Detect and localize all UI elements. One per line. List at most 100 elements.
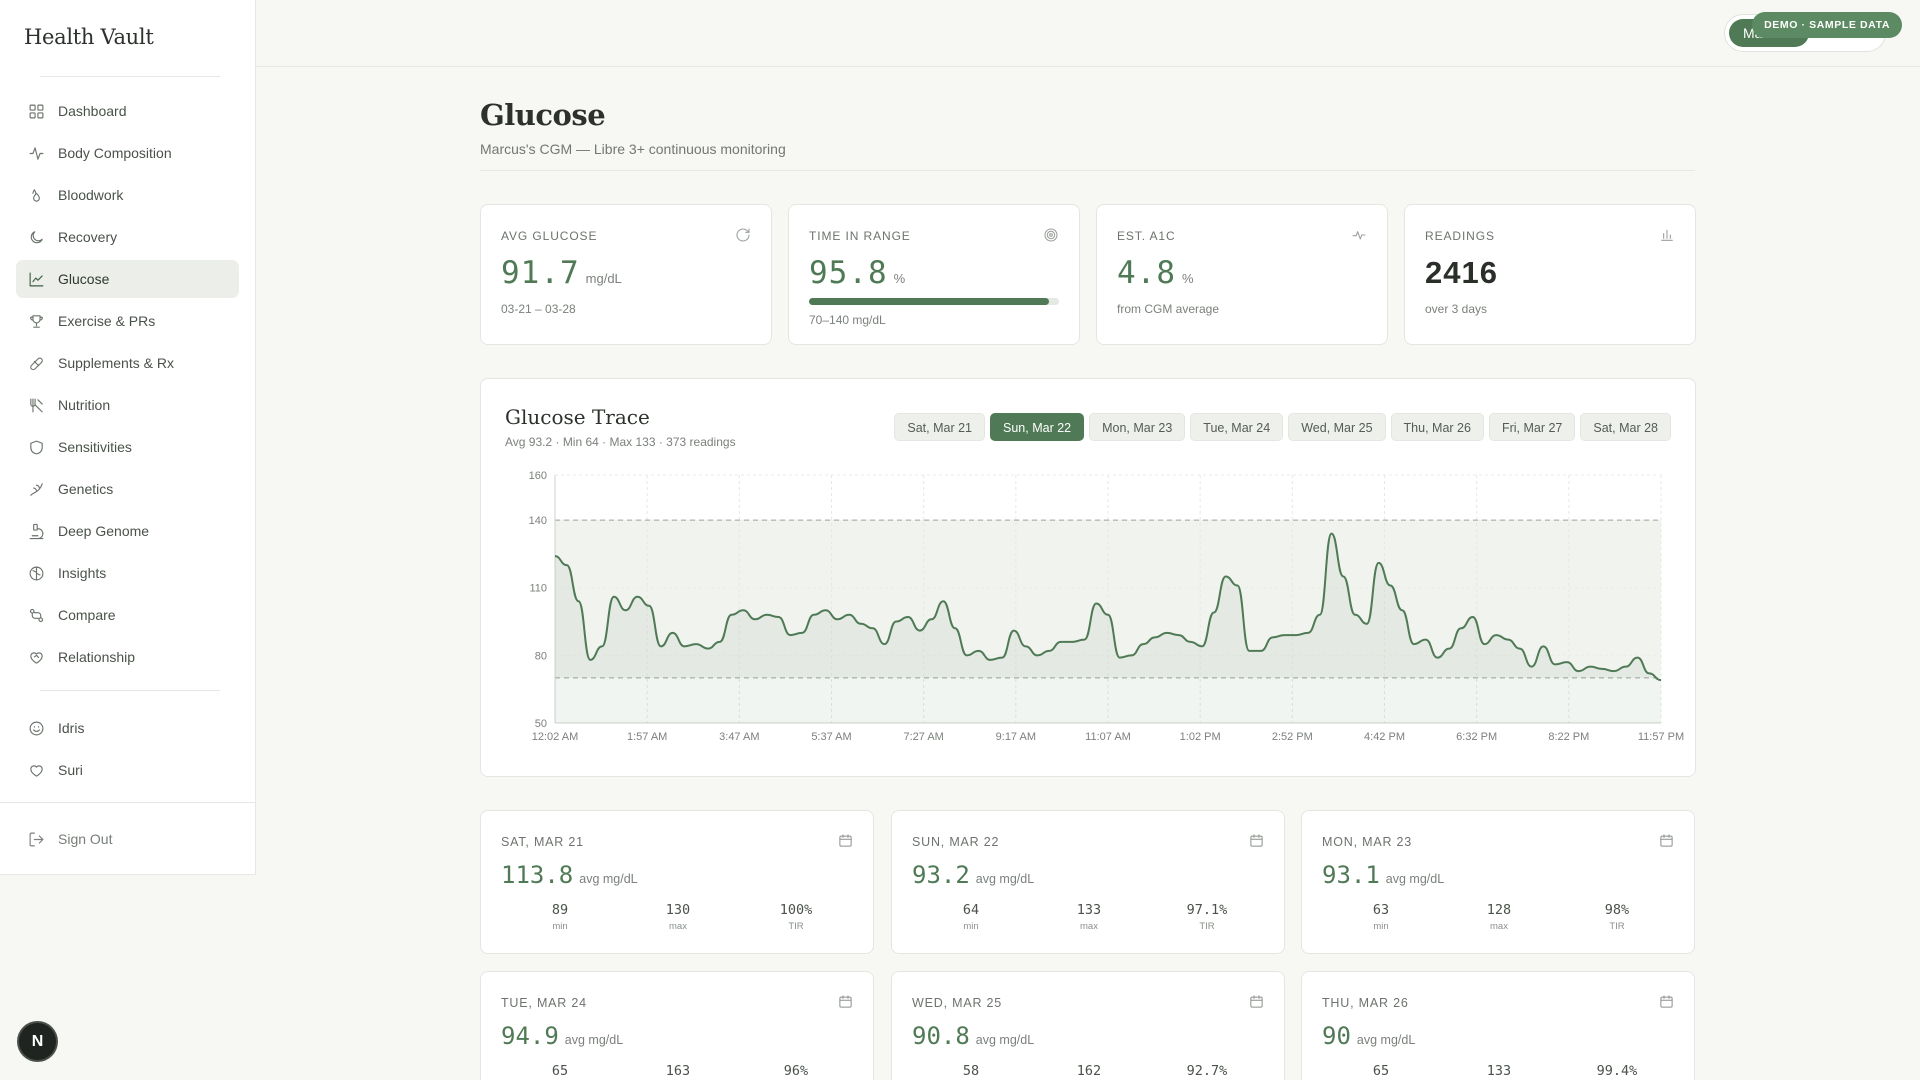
day-min: 65min bbox=[501, 1063, 619, 1080]
sidebar-item-bloodwork[interactable]: Bloodwork bbox=[16, 176, 239, 214]
day-max-label: max bbox=[669, 921, 687, 932]
day-tir-label: TIR bbox=[1199, 921, 1215, 932]
x-tick-label: 6:32 PM bbox=[1456, 731, 1497, 743]
sidebar-item-label: Recovery bbox=[58, 229, 118, 245]
day-label: SUN, MAR 22 bbox=[912, 835, 1000, 849]
sidebar-item-label: Relationship bbox=[58, 649, 136, 665]
stat-card-readings: READINGS 2416 over 3 days bbox=[1404, 204, 1696, 345]
calendar-icon bbox=[1660, 995, 1673, 1008]
day-tir: 97.1% TIR bbox=[1148, 902, 1266, 932]
sidebar-item-insights[interactable]: Insights bbox=[16, 554, 239, 592]
sidebar-item-recovery[interactable]: Recovery bbox=[16, 218, 239, 256]
stat-label: TIME IN RANGE bbox=[809, 229, 911, 243]
sidebar-item-nutrition[interactable]: Nutrition bbox=[16, 386, 239, 424]
sidebar-item-body-composition[interactable]: Body Composition bbox=[16, 134, 239, 172]
day-summary-card[interactable]: SUN, MAR 22 93.2 avg mg/dL 64 min 133 max 9… bbox=[891, 810, 1285, 954]
y-tick-label: 160 bbox=[529, 470, 547, 482]
day-avg-value: 90.8 bbox=[912, 1022, 970, 1050]
day-max-value: 128 bbox=[1486, 902, 1512, 918]
day-summary-card[interactable]: WED, MAR 25 90.8 avg mg/dL 58min 162max 9… bbox=[891, 971, 1285, 1080]
day-max: 133 max bbox=[1030, 902, 1148, 932]
day-max-value: 130 bbox=[665, 902, 691, 918]
x-tick-label: 1:02 PM bbox=[1180, 731, 1221, 743]
activity-icon bbox=[29, 146, 44, 160]
day-stats: 65min 163max 96%TIR bbox=[501, 1063, 855, 1080]
stat-unit: % bbox=[1182, 271, 1194, 286]
sidebar-item-compare[interactable]: Compare bbox=[16, 596, 239, 634]
stat-unit: % bbox=[893, 271, 906, 286]
sidebar-item-label: Deep Genome bbox=[58, 523, 150, 539]
day-summary-card[interactable]: TUE, MAR 24 94.9 avg mg/dL 65min 163max 9… bbox=[480, 971, 874, 1080]
sidebar-item-label: Genetics bbox=[58, 481, 114, 497]
brain-icon bbox=[29, 566, 44, 580]
day-avg-value: 93.2 bbox=[912, 861, 970, 889]
day-avg-unit: avg mg/dL bbox=[579, 872, 638, 886]
top-bar: Marcus DEMO · SAMPLE DATA bbox=[256, 0, 1920, 67]
sidebar-item-exercise[interactable]: Exercise & PRs bbox=[16, 302, 239, 340]
day-tir: 100% TIR bbox=[737, 902, 855, 932]
day-min: 89 min bbox=[501, 902, 619, 932]
day-avg-value: 113.8 bbox=[501, 861, 574, 889]
log-out-icon bbox=[29, 832, 44, 846]
day-summary-card[interactable]: MON, MAR 23 93.1 avg mg/dL 63 min 128 max 9… bbox=[1301, 810, 1695, 954]
day-summary-card[interactable]: THU, MAR 26 90 avg mg/dL 65min 133max 99.… bbox=[1301, 971, 1695, 1080]
sidebar-item-genetics[interactable]: Genetics bbox=[16, 470, 239, 508]
droplets-icon bbox=[32, 188, 40, 202]
glucose-trace-card: Glucose Trace Avg 93.2 · Min 64 · Max 13… bbox=[480, 378, 1696, 777]
divider bbox=[480, 170, 1695, 171]
sidebar-item-glucose[interactable]: Glucose bbox=[16, 260, 239, 298]
day-tir-value: 97.1% bbox=[1186, 902, 1228, 918]
sidebar-item-dashboard[interactable]: Dashboard bbox=[16, 92, 239, 130]
sidebar-item-suri[interactable]: Suri bbox=[16, 751, 239, 789]
dna-icon bbox=[30, 482, 43, 496]
sidebar-nav: Dashboard Body Composition Bloodwork Recove… bbox=[16, 92, 239, 793]
microscope-icon bbox=[29, 523, 44, 539]
sidebar-item-label: Glucose bbox=[58, 271, 110, 287]
day-min-value: 65 bbox=[551, 1063, 569, 1079]
sidebar-item-label: Suri bbox=[58, 762, 83, 778]
sidebar-item-label: Exercise & PRs bbox=[58, 313, 156, 329]
day-avg-unit: avg mg/dL bbox=[1356, 1033, 1416, 1047]
day-min-value: 89 bbox=[551, 902, 569, 918]
day-max: 128 max bbox=[1440, 902, 1558, 932]
sidebar-item-supplements[interactable]: Supplements & Rx bbox=[16, 344, 239, 382]
sidebar-item-label: Bloodwork bbox=[58, 187, 124, 203]
day-avg-value: 90 bbox=[1322, 1022, 1351, 1050]
day-tir: 98% TIR bbox=[1558, 902, 1676, 932]
x-tick-label: 11:07 AM bbox=[1085, 731, 1131, 743]
sidebar-item-deep-genome[interactable]: Deep Genome bbox=[16, 512, 239, 550]
sidebar-item-idris[interactable]: Idris bbox=[16, 709, 239, 747]
sidebar-item-sensitivities[interactable]: Sensitivities bbox=[16, 428, 239, 466]
x-tick-label: 4:42 PM bbox=[1364, 731, 1405, 743]
stat-value: 95.8 bbox=[809, 255, 888, 291]
stat-card-est-a1c: EST. A1C 4.8% from CGM average bbox=[1096, 204, 1388, 345]
day-label: MON, MAR 23 bbox=[1322, 835, 1413, 849]
day-min-label: min bbox=[552, 921, 568, 932]
day-stats: 63 min 128 max 98% TIR bbox=[1322, 902, 1676, 932]
brand-logo[interactable]: Health Vault bbox=[24, 25, 154, 49]
stat-card-time-in-range: TIME IN RANGE 95.8% 70–140 mg/dL bbox=[788, 204, 1080, 345]
glucose-chart: 12:02 AM 1:57 AM 3:47 AM 5:37 AM 7:27 AM 9:17… bbox=[529, 470, 1685, 743]
stat-card-avg-glucose: AVG GLUCOSE 91.7 mg/dL 03-21 – 03-28 bbox=[480, 204, 772, 345]
day-avg-unit: avg mg/dL bbox=[975, 872, 1035, 886]
dev-tools-badge[interactable]: N bbox=[19, 1023, 56, 1060]
day-min-value: 65 bbox=[1372, 1063, 1390, 1079]
bar-chart-icon bbox=[1661, 229, 1673, 241]
day-min-value: 58 bbox=[962, 1063, 980, 1079]
pill-icon bbox=[30, 357, 43, 370]
day-tir-value: 100% bbox=[779, 902, 813, 918]
sign-out-button[interactable]: Sign Out bbox=[16, 820, 239, 858]
day-summary-card[interactable]: SAT, MAR 21 113.8 avg mg/dL 89 min 130 max … bbox=[480, 810, 874, 954]
day-tir-value: 98% bbox=[1604, 902, 1630, 918]
line-chart-icon bbox=[29, 272, 44, 286]
x-tick-label: 5:37 AM bbox=[811, 731, 851, 743]
sidebar-item-relationship[interactable]: Relationship bbox=[16, 638, 239, 676]
calendar-icon bbox=[1660, 834, 1673, 847]
day-min: 63 min bbox=[1322, 902, 1440, 932]
x-tick-label: 7:27 AM bbox=[903, 731, 943, 743]
day-avg-value: 93.1 bbox=[1322, 861, 1380, 889]
day-avg-value: 94.9 bbox=[501, 1022, 559, 1050]
day-avg-unit: avg mg/dL bbox=[1385, 872, 1445, 886]
page-title: Glucose bbox=[480, 98, 606, 132]
x-tick-label: 11:57 PM bbox=[1638, 731, 1684, 743]
